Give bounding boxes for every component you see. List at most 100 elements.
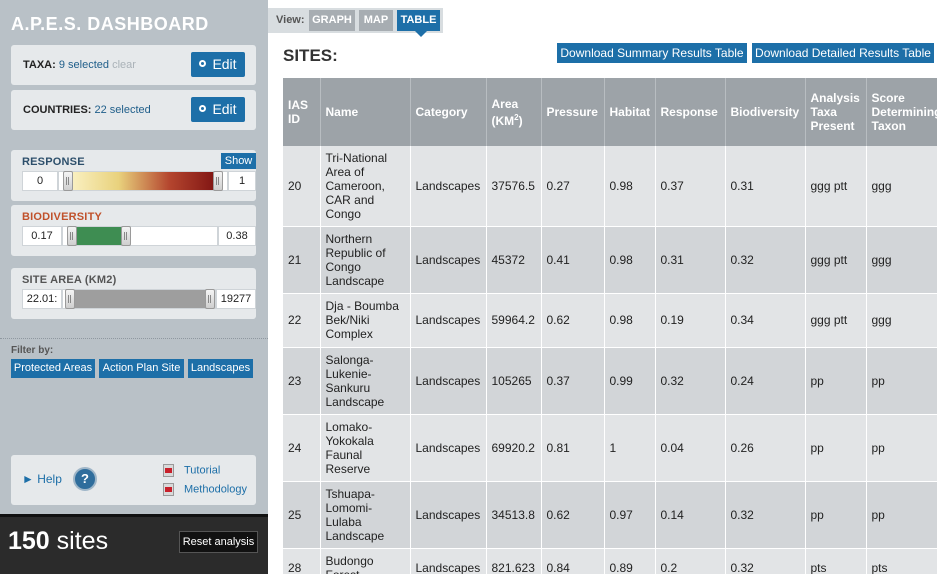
sidebar-divider [0, 338, 268, 339]
cell-response: 0.31 [655, 226, 726, 294]
biodiversity-min-input[interactable]: 0.17 [22, 226, 62, 246]
column-header-score-taxon[interactable]: Score Determining Taxon [866, 78, 937, 146]
methodology-link[interactable]: Methodology [163, 483, 247, 496]
taxa-edit-button[interactable]: Edit [191, 52, 245, 77]
taxa-count: 9 selected [58, 59, 110, 71]
column-header-area[interactable]: Area (KM2) [486, 78, 542, 146]
cell-habitat: 1 [604, 414, 656, 482]
cell-biodiversity: 0.32 [725, 481, 806, 549]
column-header-response[interactable]: Response [655, 78, 726, 146]
table-row[interactable]: 28Budongo ForestLandscapes821.6230.840.8… [283, 548, 937, 574]
site-area-filter: SITE AREA (KM2) 22.01: 19277 [11, 268, 256, 319]
biodiversity-slider-track[interactable] [62, 226, 218, 246]
biodiversity-range-fill [73, 227, 125, 245]
tab-map[interactable]: MAP [359, 10, 393, 31]
help-link[interactable]: ► Help [22, 472, 62, 486]
cell-habitat: 0.98 [604, 293, 656, 348]
response-title: RESPONSE [22, 156, 85, 168]
column-header-habitat[interactable]: Habitat [604, 78, 656, 146]
column-header-pressure[interactable]: Pressure [541, 78, 605, 146]
response-max-input[interactable]: 1 [228, 171, 256, 191]
taxa-selector: TAXA: 9 selected clear Edit [11, 45, 256, 85]
site-area-title: SITE AREA (KM2) [22, 274, 117, 286]
column-header-name[interactable]: Name [320, 78, 411, 146]
response-min-handle[interactable] [63, 171, 73, 191]
cell-area: 105265 [486, 347, 542, 415]
cell-name: Dja - Boumba Bek/Niki Complex [320, 293, 411, 348]
cell-analysis-taxa: ggg ptt [805, 293, 867, 348]
table-row[interactable]: 23 Salonga-Lukenie-Sankuru Landscape Lands… [283, 347, 937, 415]
cell-area: 37576.5 [486, 146, 542, 227]
taxa-clear-link[interactable]: clear [112, 59, 136, 71]
table-row[interactable]: 21 Northern Republic of Congo Landscape La… [283, 226, 937, 294]
site-area-max-input[interactable]: 19277 [216, 289, 256, 309]
biodiversity-max-input[interactable]: 0.38 [218, 226, 256, 246]
column-header-analysis-taxa[interactable]: Analysis Taxa Present [805, 78, 867, 146]
filter-action-plan-site-button[interactable]: Action Plan Site [99, 359, 184, 378]
response-slider-track[interactable] [58, 171, 228, 191]
table-row[interactable]: 20 Tri-National Area of Cameroon, CAR and… [283, 146, 937, 227]
cell-category: Landscapes [410, 481, 487, 549]
column-header-ias-id[interactable]: IAS ID [283, 78, 321, 146]
tutorial-link[interactable]: Tutorial [163, 464, 220, 477]
cell-category: Landscapes [410, 293, 487, 348]
cell-pressure: 0.41 [541, 226, 605, 294]
cell-category: Landscapes [410, 146, 487, 227]
cell-area: 821.623 [486, 548, 542, 574]
sidebar-footer: 150 sites Reset analysis [0, 514, 268, 574]
cell-response: 0.2 [655, 548, 726, 574]
reset-analysis-button[interactable]: Reset analysis [179, 531, 258, 553]
tab-graph[interactable]: GRAPH [309, 10, 355, 31]
filter-protected-areas-button[interactable]: Protected Areas [11, 359, 95, 378]
biodiversity-max-handle[interactable] [121, 226, 131, 246]
cell-analysis-taxa: ggg ptt [805, 226, 867, 294]
cell-ias-id: 25 [283, 481, 321, 549]
filter-landscapes-button[interactable]: Landscapes [188, 359, 253, 378]
cell-category: Landscapes [410, 414, 487, 482]
site-area-slider-track[interactable] [62, 289, 216, 309]
biodiversity-min-handle[interactable] [67, 226, 77, 246]
table-row[interactable]: 24 Lomako-Yokokala Faunal Reserve Landscap… [283, 414, 937, 482]
download-summary-button[interactable]: Download Summary Results Table [557, 43, 747, 63]
cell-score-taxon: pp [866, 347, 937, 415]
table-row[interactable]: 25 Tshuapa-Lomomi-Lulaba Landscape Landsca… [283, 481, 937, 549]
column-header-biodiversity[interactable]: Biodiversity [725, 78, 806, 146]
cell-score-taxon: ggg [866, 226, 937, 294]
cell-response: 0.37 [655, 146, 726, 227]
tab-table[interactable]: TABLE [397, 10, 440, 31]
show-button[interactable]: Show [221, 153, 256, 169]
cell-analysis-taxa: pp [805, 347, 867, 415]
cell-pressure: 0.37 [541, 347, 605, 415]
help-question-icon[interactable]: ? [73, 467, 97, 491]
countries-edit-button[interactable]: Edit [191, 97, 245, 122]
download-detailed-button[interactable]: Download Detailed Results Table [752, 43, 934, 63]
cell-ias-id: 20 [283, 146, 321, 227]
cell-name: Lomako-Yokokala Faunal Reserve [320, 414, 411, 482]
cell-pressure: 0.62 [541, 481, 605, 549]
response-min-input[interactable]: 0 [22, 171, 58, 191]
site-area-min-handle[interactable] [65, 289, 75, 309]
site-area-max-handle[interactable] [205, 289, 215, 309]
cell-ias-id: 24 [283, 414, 321, 482]
column-header-category[interactable]: Category [410, 78, 487, 146]
sites-table-container: IAS ID Name Category Area (KM2) Pressure… [283, 78, 937, 574]
cell-response: 0.19 [655, 293, 726, 348]
cell-name: Budongo Forest [320, 548, 411, 574]
sites-title: SITES: [283, 46, 338, 65]
site-count: 150 sites [8, 527, 109, 555]
cell-biodiversity: 0.24 [725, 347, 806, 415]
cell-biodiversity: 0.32 [725, 548, 806, 574]
site-area-min-input[interactable]: 22.01: [22, 289, 62, 309]
taxa-label: TAXA: [23, 59, 56, 71]
cell-score-taxon: ggg [866, 293, 937, 348]
cell-area: 45372 [486, 226, 542, 294]
response-filter: RESPONSE Show 0 1 [11, 150, 256, 201]
cell-area: 34513.8 [486, 481, 542, 549]
table-row[interactable]: 22 Dja - Boumba Bek/Niki Complex Landscape… [283, 293, 937, 348]
help-panel: ► Help ? Tutorial Methodology [11, 455, 256, 505]
cell-analysis-taxa: pp [805, 481, 867, 549]
response-max-handle[interactable] [213, 171, 223, 191]
cell-name: Northern Republic of Congo Landscape [320, 226, 411, 294]
edit-circle-icon [199, 104, 207, 112]
countries-count: 22 selected [94, 104, 151, 116]
